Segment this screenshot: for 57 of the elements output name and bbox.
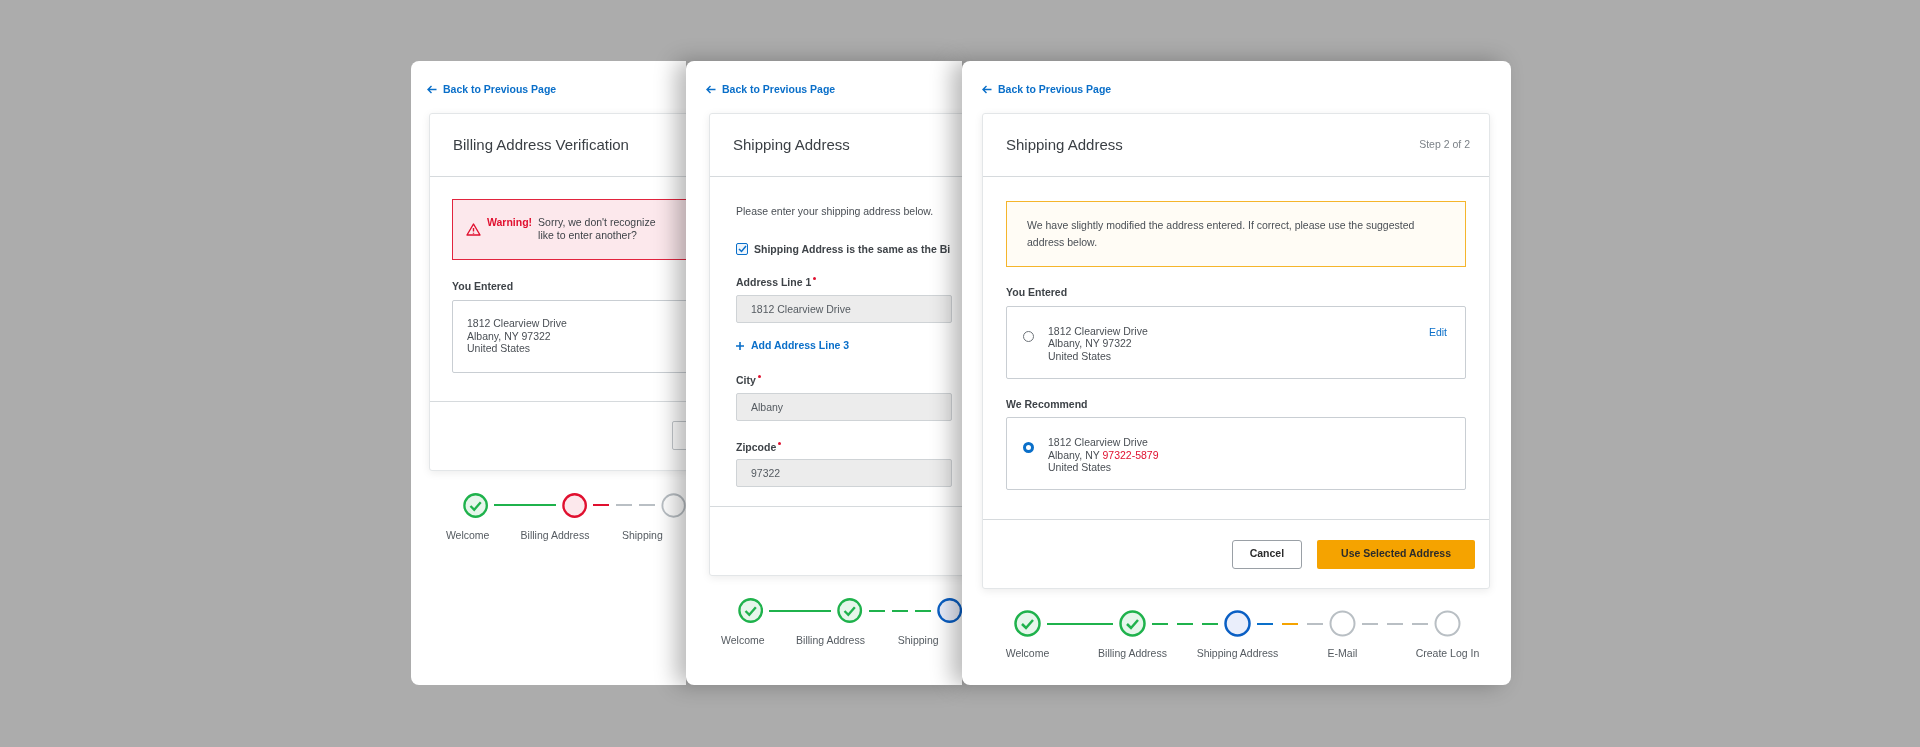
step-label: Shipping [621, 527, 663, 543]
arrow-left-icon [427, 85, 437, 95]
use-address-button[interactable]: Use Selected Address [1317, 539, 1475, 569]
step-label: Welcome [1005, 646, 1050, 662]
address-line: Albany, NY 97322-5879 [1048, 448, 1159, 462]
arrow-left-icon [982, 85, 992, 95]
section-label: You Entered [1006, 284, 1069, 300]
field-label: City [736, 372, 756, 388]
check-icon [737, 245, 747, 254]
radio-button[interactable] [1023, 330, 1034, 342]
add-line-link[interactable]: Add Address Line 3 [736, 338, 962, 354]
text-field[interactable]: 1812 Clearview Drive [736, 295, 952, 323]
address-option[interactable]: 1812 Clearview Drive Albany, NY 97322-5879 United States [1006, 417, 1466, 491]
address-line: 1812 Clearview Drive [1048, 324, 1148, 337]
step-counter: Step 2 of 2 [1419, 136, 1470, 152]
section-label: We Recommend [1006, 396, 1089, 412]
section-label: You Entered [452, 278, 515, 294]
address-option[interactable]: 1812 Clearview Drive Albany, NY 97322 United States Edit [1006, 305, 1466, 379]
address-line: United States [467, 342, 532, 355]
step-label: Billing Address [1098, 646, 1167, 662]
text-field[interactable]: 97322 [736, 459, 952, 488]
address-line: Albany, NY 97322 [1048, 337, 1133, 350]
warning-message: like to enter another? [538, 229, 638, 243]
back-link[interactable]: Back to Previous Page [706, 82, 962, 98]
address-line: Albany, NY 97322 [467, 329, 552, 343]
address-line: 1812 Clearview Drive [467, 317, 567, 330]
address-line: 1812 Clearview Drive [1048, 436, 1149, 449]
back-link[interactable]: Back to Previous Page [427, 82, 686, 98]
card-title: Shipping Address [733, 134, 850, 155]
step-label: Welcome [445, 527, 490, 543]
step-label: E-Mail [1327, 646, 1358, 662]
warning-label: Warning! [487, 214, 533, 230]
step-label: Shipping [897, 633, 939, 649]
radio-button[interactable] [1023, 442, 1034, 454]
field-label: Address Line 1 [736, 275, 812, 291]
checkbox-label: Shipping Address is the same as the Bi [754, 241, 951, 257]
step-label: Billing Address [796, 633, 865, 649]
card-title: Billing Address Verification [453, 134, 629, 155]
step-label: Create Log In [1415, 646, 1480, 662]
card-title: Shipping Address [1006, 134, 1123, 155]
warning-icon [466, 222, 481, 236]
field-label: Zipcode [736, 439, 777, 455]
checkbox[interactable] [736, 243, 748, 256]
address-line: United States [1048, 349, 1113, 362]
arrow-left-icon [706, 85, 716, 95]
step-label: Shipping Address [1196, 646, 1279, 662]
back-link[interactable]: Back to Previous Page [982, 82, 1511, 98]
plus-icon [736, 341, 744, 350]
edit-link[interactable]: Edit [1428, 324, 1447, 341]
warning-message: Sorry, we don't recognize [538, 216, 656, 230]
address-line: United States [1048, 461, 1113, 474]
step-label: Welcome [721, 633, 765, 649]
text-field[interactable]: Albany [736, 392, 952, 421]
step-label: Billing Address [520, 527, 590, 543]
intro-text: Please enter your shipping address below. [736, 203, 935, 219]
cancel-button[interactable]: Cancel [1231, 539, 1303, 569]
notice-text: We have slightly modified the address entered. If correct, please use the suggested address below. [1027, 217, 1416, 250]
